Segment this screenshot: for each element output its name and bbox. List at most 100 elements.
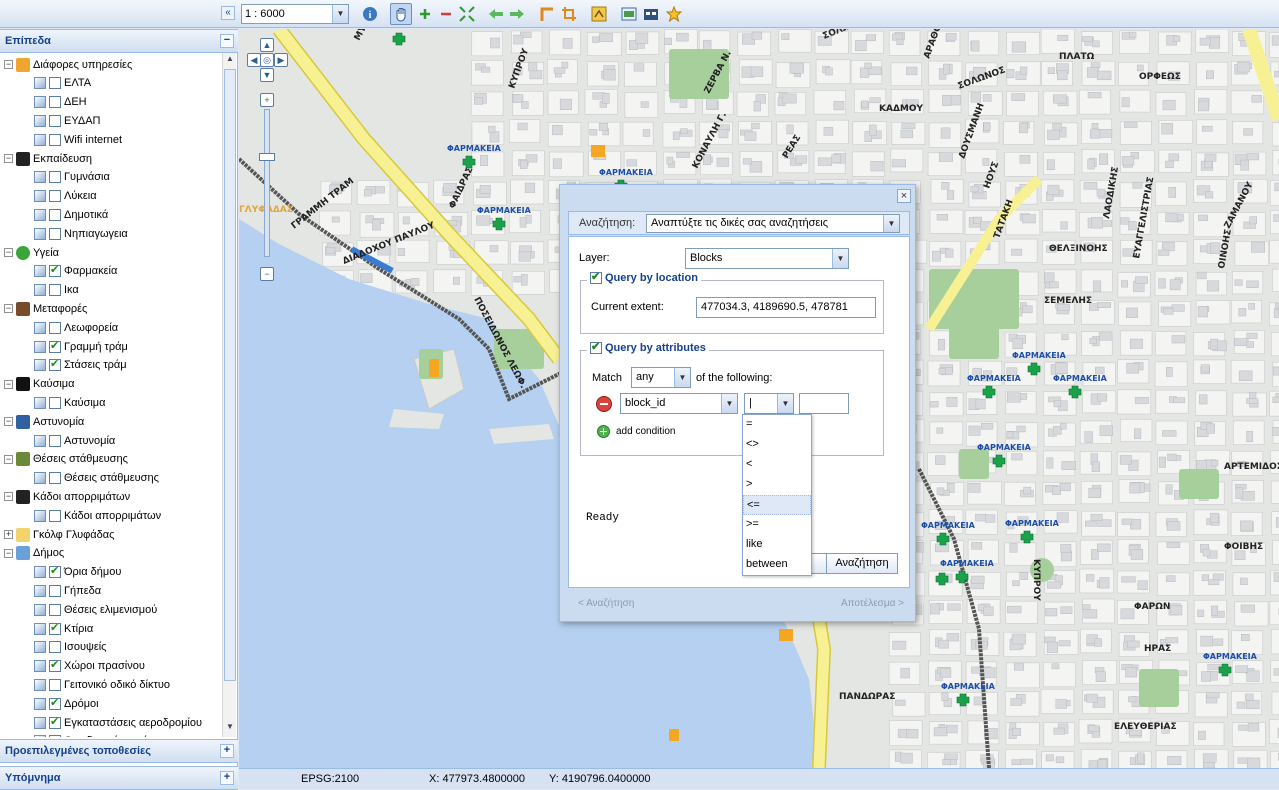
tree-layer[interactable]: ΔΕΗ bbox=[34, 93, 87, 112]
tree-layer[interactable]: Κάδοι απορριμάτων bbox=[34, 506, 161, 525]
layer-checkbox[interactable] bbox=[49, 623, 61, 635]
tree-layer[interactable]: Αστυνομία bbox=[34, 431, 115, 450]
forward-arrow-icon[interactable] bbox=[508, 5, 526, 23]
info-icon[interactable]: i bbox=[361, 5, 379, 23]
export-icon[interactable] bbox=[620, 5, 638, 23]
extent-field[interactable]: 477034.3, 4189690.5, 478781 bbox=[696, 297, 876, 318]
collapse-icon[interactable]: − bbox=[4, 248, 13, 257]
operator-option[interactable]: <= bbox=[743, 495, 811, 515]
tree-group[interactable]: −Υγεία bbox=[4, 243, 59, 262]
layer-checkbox[interactable] bbox=[49, 735, 61, 737]
expand-legend-button[interactable]: + bbox=[220, 771, 234, 785]
tree-group[interactable]: −Θέσεις στάθμευσης bbox=[4, 450, 128, 469]
operator-select[interactable]: | ▼ bbox=[744, 393, 794, 414]
layer-checkbox[interactable] bbox=[49, 209, 61, 221]
zoom-plus-icon[interactable]: + bbox=[260, 93, 274, 107]
add-condition-link[interactable]: add condition bbox=[616, 426, 676, 437]
tree-layer[interactable]: Θέσεις στάθμευσης bbox=[34, 469, 159, 488]
tree-layer[interactable]: Κτίρια bbox=[34, 619, 93, 638]
tree-layer[interactable]: Wifi internet bbox=[34, 130, 122, 149]
operator-option[interactable]: > bbox=[743, 475, 811, 495]
chevron-down-icon[interactable]: ▼ bbox=[332, 5, 348, 23]
layer-checkbox[interactable] bbox=[49, 472, 61, 484]
measure-area-icon[interactable] bbox=[560, 5, 578, 23]
zoom-slider-handle[interactable] bbox=[259, 153, 275, 161]
tree-layer[interactable]: Γραμμή τράμ bbox=[34, 337, 128, 356]
add-condition-icon[interactable] bbox=[597, 425, 610, 438]
zoom-minus-icon[interactable]: − bbox=[260, 267, 274, 281]
search-button[interactable]: Αναζήτηση bbox=[826, 553, 898, 574]
tree-group[interactable]: −Καύσιμα bbox=[4, 375, 75, 394]
layer-select[interactable]: Blocks ▼ bbox=[685, 248, 849, 269]
tree-layer[interactable]: Χώροι πρασίνου bbox=[34, 657, 145, 676]
zoom-world-icon[interactable]: ◎ bbox=[260, 53, 274, 67]
presets-panel-header[interactable]: Προεπιλεγμένες τοποθεσίες + bbox=[0, 739, 238, 763]
operator-option[interactable]: like bbox=[743, 535, 811, 555]
chevron-down-icon[interactable]: ▼ bbox=[832, 249, 848, 268]
layer-checkbox[interactable] bbox=[49, 566, 61, 578]
layer-checkbox[interactable] bbox=[49, 717, 61, 729]
tree-group[interactable]: −Αστυνομία bbox=[4, 412, 84, 431]
chevron-down-icon[interactable]: ▼ bbox=[721, 394, 737, 413]
tree-layer[interactable]: Στάσεις τράμ bbox=[34, 356, 127, 375]
tree-layer[interactable]: Λύκεια bbox=[34, 187, 97, 206]
field-select[interactable]: block_id ▼ bbox=[620, 393, 738, 414]
layer-checkbox[interactable] bbox=[49, 96, 61, 108]
layer-checkbox[interactable] bbox=[49, 698, 61, 710]
pan-left-icon[interactable]: ◀ bbox=[247, 53, 261, 67]
remove-condition-icon[interactable] bbox=[596, 396, 612, 412]
condition-value-input[interactable] bbox=[799, 393, 849, 414]
layer-checkbox[interactable] bbox=[49, 190, 61, 202]
layer-checkbox[interactable] bbox=[49, 510, 61, 522]
layer-checkbox[interactable] bbox=[49, 660, 61, 672]
tree-layer[interactable]: Γειτονικό οδικό δίκτυο bbox=[34, 675, 170, 694]
layer-checkbox[interactable] bbox=[49, 284, 61, 296]
chevron-down-icon[interactable]: ▼ bbox=[674, 368, 690, 387]
layers-icon[interactable] bbox=[642, 5, 660, 23]
tree-group[interactable]: −Μεταφορές bbox=[4, 299, 87, 318]
tree-group[interactable]: −Εκπαίδευση bbox=[4, 149, 92, 168]
layer-checkbox[interactable] bbox=[49, 77, 61, 89]
tree-layer[interactable]: Φαρμακεία bbox=[34, 262, 117, 281]
tree-group[interactable]: −Δήμος bbox=[4, 544, 64, 563]
layers-panel-header[interactable]: Επίπεδα − bbox=[0, 29, 238, 53]
back-arrow-icon[interactable] bbox=[487, 5, 505, 23]
collapse-icon[interactable]: − bbox=[4, 549, 13, 558]
layer-checkbox[interactable] bbox=[49, 359, 61, 371]
tree-layer[interactable]: ΕΥΔΑΠ bbox=[34, 111, 101, 130]
tree-layer[interactable]: Ισουψείς bbox=[34, 638, 106, 657]
search-type-select[interactable]: Αναπτύξτε τις δικές σας αναζητήσεις ▼ bbox=[646, 214, 900, 233]
zoom-extent-icon[interactable] bbox=[458, 5, 476, 23]
match-select[interactable]: any ▼ bbox=[631, 367, 691, 388]
bookmark-star-icon[interactable] bbox=[665, 5, 683, 23]
footer-next-link[interactable]: Αποτέλεσμα > bbox=[841, 598, 904, 609]
tree-layer[interactable]: Οικοδομικά τετράγωνα bbox=[34, 732, 174, 737]
pan-hand-icon[interactable] bbox=[390, 3, 412, 25]
scroll-down-icon[interactable]: ▼ bbox=[224, 722, 236, 736]
collapse-icon[interactable]: − bbox=[4, 380, 13, 389]
zoom-in-icon[interactable] bbox=[416, 5, 434, 23]
layer-checkbox[interactable] bbox=[49, 171, 61, 183]
layer-tree-scrollbar[interactable]: ▲ ▼ bbox=[222, 53, 236, 737]
tree-group[interactable]: −Διάφορες υπηρεσίες bbox=[4, 55, 132, 74]
collapse-icon[interactable]: − bbox=[4, 154, 13, 163]
chevron-down-icon[interactable]: ▼ bbox=[883, 215, 899, 232]
print-icon[interactable] bbox=[590, 5, 608, 23]
collapse-left-panel-button[interactable]: « bbox=[221, 6, 235, 20]
operator-option[interactable]: >= bbox=[743, 515, 811, 535]
tree-layer[interactable]: Δημοτικά bbox=[34, 205, 108, 224]
layer-checkbox[interactable] bbox=[49, 585, 61, 597]
collapse-icon[interactable]: − bbox=[4, 455, 13, 464]
pan-right-icon[interactable]: ▶ bbox=[274, 53, 288, 67]
pan-up-icon[interactable]: ▲ bbox=[260, 38, 274, 52]
layer-checkbox[interactable] bbox=[49, 115, 61, 127]
layer-checkbox[interactable] bbox=[49, 228, 61, 240]
layer-checkbox[interactable] bbox=[49, 265, 61, 277]
tree-layer[interactable]: Καύσιμα bbox=[34, 393, 106, 412]
layer-checkbox[interactable] bbox=[49, 341, 61, 353]
operator-option[interactable]: <> bbox=[743, 435, 811, 455]
expand-presets-button[interactable]: + bbox=[220, 744, 234, 758]
layer-checkbox[interactable] bbox=[49, 397, 61, 409]
scroll-up-icon[interactable]: ▲ bbox=[224, 54, 236, 68]
tree-layer[interactable]: Νηπιαγωγεια bbox=[34, 224, 128, 243]
